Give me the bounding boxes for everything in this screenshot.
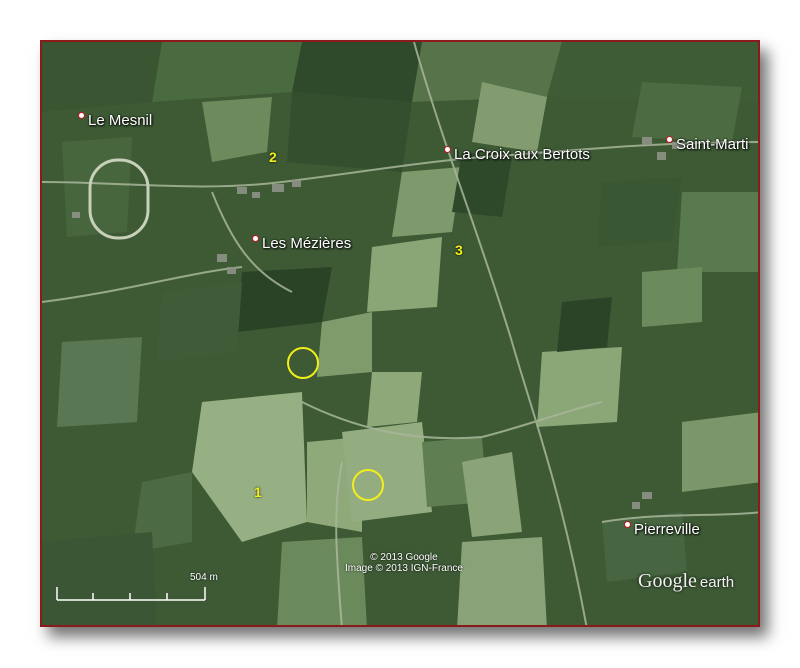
scale-label: 504 m: [190, 572, 218, 583]
location-pin-icon: [444, 145, 451, 153]
satellite-imagery: [42, 42, 758, 625]
place-label-saint-marti[interactable]: Saint-Marti: [666, 135, 749, 153]
location-pin-icon: [78, 111, 85, 119]
field-marker-1: 1: [254, 484, 262, 500]
google-earth-logo: Google earth: [638, 570, 735, 592]
field-marker-2: 2: [269, 149, 277, 165]
place-label-la-croix-aux-bertots[interactable]: La Croix aux Bertots: [444, 145, 590, 163]
location-pin-icon: [624, 520, 631, 528]
place-label-le-mesnil[interactable]: Le Mesnil: [78, 111, 152, 129]
imagery-attribution: © 2013 Google Image © 2013 IGN-France: [345, 552, 463, 574]
place-label-les-mezieres[interactable]: Les Mézières: [252, 234, 351, 252]
location-pin-icon: [666, 135, 673, 143]
circle-marker: [287, 347, 319, 379]
location-pin-icon: [252, 234, 259, 242]
field-marker-3: 3: [455, 242, 463, 258]
circle-marker: [352, 469, 384, 501]
scale-bar: [56, 587, 206, 601]
place-label-pierreville[interactable]: Pierreville: [624, 520, 700, 538]
satellite-map[interactable]: Le Mesnil La Croix aux Bertots Saint-Mar…: [40, 40, 760, 627]
